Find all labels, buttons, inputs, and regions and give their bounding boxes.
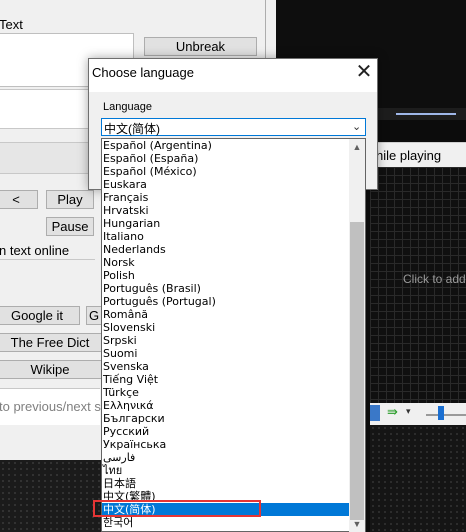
google-extra-button[interactable]: G [86, 306, 102, 325]
language-options: Español (Argentina) Español (España) Españ… [102, 139, 350, 532]
language-option[interactable]: Ελληνικά [102, 399, 350, 412]
language-option[interactable]: Français [102, 191, 350, 204]
scroll-up-icon[interactable]: ▲ [349, 140, 365, 154]
dialog-title: Choose language [92, 65, 194, 80]
language-label: Language [103, 101, 152, 113]
video-lower-area [370, 425, 466, 532]
while-playing-label: hile playing [376, 148, 442, 163]
toolbar-band [0, 142, 92, 174]
language-option[interactable]: Português (Portugal) [102, 295, 350, 308]
language-option[interactable]: Polish [102, 269, 350, 282]
language-option[interactable]: Hungarian [102, 217, 350, 230]
language-option[interactable]: Euskara [102, 178, 350, 191]
close-icon[interactable]: ✕ [353, 61, 375, 83]
scroll-down-icon[interactable]: ▼ [349, 517, 365, 531]
previous-next-label: to previous/next s [0, 399, 101, 414]
pause-button[interactable]: Pause [46, 217, 94, 236]
wikipedia-button[interactable]: Wikipe [0, 360, 102, 379]
language-option[interactable]: Русский [102, 425, 350, 438]
language-option[interactable]: Svenska [102, 360, 350, 373]
language-combobox-value: 中文(简体) [104, 122, 160, 136]
language-option[interactable]: Suomi [102, 347, 350, 360]
language-option[interactable]: Română [102, 308, 350, 321]
dropdown-arrow-icon[interactable]: ▾ [406, 406, 411, 417]
language-option[interactable]: Español (Argentina) [102, 139, 350, 152]
play-button[interactable]: Play [46, 190, 94, 209]
language-option[interactable]: فارسی [102, 451, 350, 464]
volume-slider-thumb[interactable] [438, 406, 444, 420]
forward-icon[interactable]: ⇛ [387, 404, 398, 420]
language-option[interactable]: Türkçe [102, 386, 350, 399]
language-option[interactable]: Tiếng Việt [102, 373, 350, 386]
scrollbar-thumb[interactable] [350, 222, 364, 520]
divider [0, 259, 95, 260]
language-option[interactable]: Norsk [102, 256, 350, 269]
language-option[interactable]: Español (México) [102, 165, 350, 178]
highlight-box [93, 500, 261, 517]
language-option[interactable]: Українська [102, 438, 350, 451]
language-option[interactable]: ไทย [102, 464, 350, 477]
language-option[interactable]: Slovenski [102, 321, 350, 334]
language-option[interactable]: Nederlands [102, 243, 350, 256]
language-option[interactable]: Español (España) [102, 152, 350, 165]
video-progress-fill [396, 113, 456, 115]
language-option[interactable]: Hrvatski [102, 204, 350, 217]
volume-track [426, 414, 466, 416]
unbreak-button[interactable]: Unbreak [144, 37, 257, 56]
language-option[interactable]: Português (Brasil) [102, 282, 350, 295]
text-label: Text [0, 17, 23, 32]
free-dictionary-button[interactable]: The Free Dict [0, 333, 102, 352]
google-it-button[interactable]: Google it [0, 306, 80, 325]
chevron-down-icon[interactable]: ⌄ [352, 120, 361, 133]
waveform-icon[interactable] [370, 405, 380, 421]
previous-button[interactable]: < [0, 190, 38, 209]
click-to-add-label: Click to add [403, 272, 466, 286]
language-option[interactable]: 日本語 [102, 477, 350, 490]
text-online-label: n text online [0, 243, 70, 258]
language-option[interactable]: 한국어 [102, 516, 350, 529]
subtitle-strip [0, 89, 95, 129]
language-option[interactable]: Italiano [102, 230, 350, 243]
language-option[interactable]: Srpski [102, 334, 350, 347]
language-option[interactable]: Български [102, 412, 350, 425]
playback-controls: ⇛ ▾ [370, 403, 466, 425]
